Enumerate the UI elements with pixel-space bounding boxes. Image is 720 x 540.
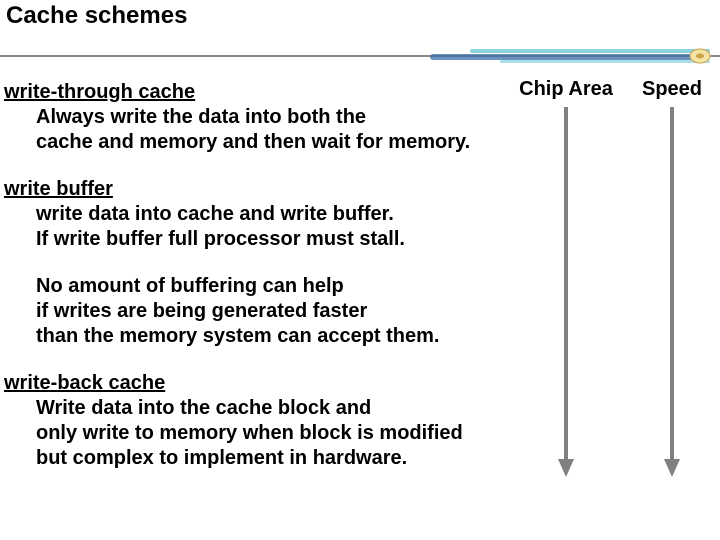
body-text: Write data into the cache block and only…	[4, 396, 504, 471]
speed-label: Speed	[632, 78, 712, 101]
body-text: write data into cache and write buffer. …	[4, 202, 504, 252]
note-text: No amount of buffering can help if write…	[4, 274, 504, 349]
body-text: Always write the data into both the cach…	[4, 105, 504, 155]
text-line: If write buffer full processor must stal…	[36, 227, 504, 252]
section-write-through: write-through cache Always write the dat…	[4, 80, 504, 155]
divider-graphic	[0, 44, 720, 68]
down-arrow-icon	[556, 107, 576, 477]
text-line: but complex to implement in hardware.	[36, 446, 504, 471]
text-line: cache and memory and then wait for memor…	[36, 130, 504, 155]
section-write-buffer: write buffer write data into cache and w…	[4, 177, 504, 349]
slide: Cache schemes write-through cache Always…	[0, 0, 720, 540]
heading-write-through: write-through cache	[4, 80, 504, 105]
text-line: Write data into the cache block and	[36, 396, 504, 421]
chip-area-column: Chip Area	[516, 78, 616, 482]
text-line: Always write the data into both the	[36, 105, 504, 130]
text-line: only write to memory when block is modif…	[36, 421, 504, 446]
text-line: if writes are being generated faster	[36, 299, 504, 324]
heading-write-back: write-back cache	[4, 371, 504, 396]
chip-area-label: Chip Area	[516, 78, 616, 101]
speed-column: Speed	[632, 78, 712, 482]
heading-write-buffer: write buffer	[4, 177, 504, 202]
text-line: No amount of buffering can help	[36, 274, 504, 299]
text-line: write data into cache and write buffer.	[36, 202, 504, 227]
section-write-back: write-back cache Write data into the cac…	[4, 371, 504, 471]
text-line: than the memory system can accept them.	[36, 324, 504, 349]
page-title: Cache schemes	[6, 2, 187, 30]
content-area: write-through cache Always write the dat…	[4, 80, 504, 493]
down-arrow-icon	[662, 107, 682, 477]
